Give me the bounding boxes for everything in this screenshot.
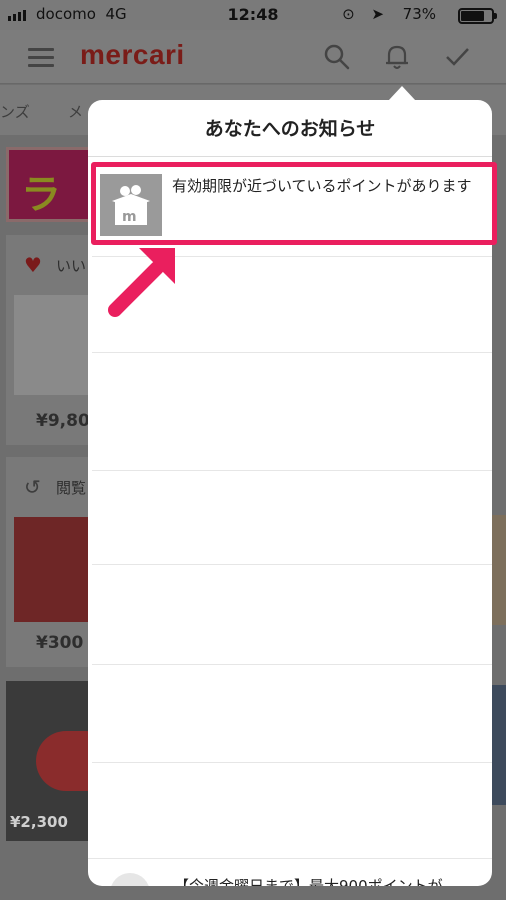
menu-icon[interactable] — [28, 48, 54, 72]
price-label: ¥2,300 — [10, 813, 68, 831]
price-label: ¥9,80 — [36, 411, 90, 431]
check-icon[interactable] — [442, 42, 472, 72]
viewed-section-title: 閲覧 — [56, 479, 87, 497]
notification-item[interactable]: 【今週金曜日まで】最大900ポイントが — [88, 858, 492, 886]
price-label: ¥300 — [36, 633, 84, 653]
search-icon[interactable] — [322, 42, 352, 72]
highlight-frame — [91, 162, 497, 245]
divider — [92, 762, 492, 763]
history-icon: ↺ — [24, 475, 41, 499]
divider — [92, 470, 492, 471]
battery-icon — [458, 8, 497, 24]
status-bar: docomo 4G 12:48 ⊙ ➤ 73% — [0, 0, 506, 30]
feed-edge — [492, 515, 506, 625]
bell-icon[interactable] — [382, 42, 412, 72]
tab-mens[interactable]: ンズ — [0, 101, 30, 122]
likes-section-title: いい — [56, 257, 87, 275]
popup-pointer — [388, 86, 416, 101]
divider — [92, 352, 492, 353]
divider — [88, 156, 492, 157]
pointer-arrow-icon — [108, 248, 175, 317]
orientation-lock-icon: ⊙ ➤ — [342, 5, 390, 23]
app-header: mercari — [0, 30, 506, 84]
divider — [92, 564, 492, 565]
avatar — [110, 873, 150, 886]
notification-text: 【今週金曜日まで】最大900ポイントが — [174, 877, 443, 886]
tab-me[interactable]: メ — [68, 101, 83, 122]
popup-title: あなたへのお知らせ — [204, 118, 376, 140]
heart-icon: ♥ — [24, 253, 42, 277]
app-logo[interactable]: mercari — [80, 39, 185, 71]
divider — [92, 664, 492, 665]
battery-percent: 73% — [402, 5, 436, 23]
feed-edge — [492, 685, 506, 805]
